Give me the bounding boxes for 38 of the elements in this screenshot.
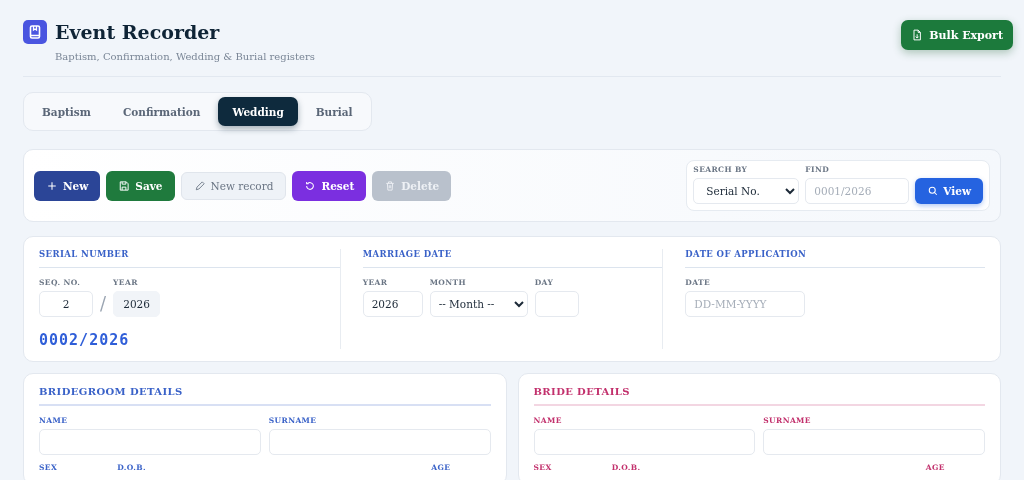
plus-icon [46, 179, 58, 192]
day-field[interactable] [534, 291, 579, 317]
separator: / [100, 293, 107, 316]
details-heading: BRIDE DETAILS [533, 386, 985, 406]
sequence-number-field[interactable]: 2 [39, 291, 93, 317]
tab[interactable]: Baptism [28, 97, 105, 126]
section-heading: SERIAL NUMBER [39, 249, 340, 268]
rotate-arrow-icon [304, 179, 317, 192]
surname-field[interactable] [763, 429, 985, 455]
name-field[interactable] [533, 429, 756, 455]
view-button[interactable]: View [915, 178, 983, 204]
serial-number-display: 0002/2026 [39, 331, 131, 349]
tab[interactable]: Confirmation [108, 97, 215, 126]
section-heading: DATE OF APPLICATION [685, 249, 985, 268]
reset-button[interactable]: Reset [292, 170, 367, 201]
search-icon [927, 185, 940, 197]
edit-button[interactable]: New record [180, 171, 287, 200]
app-title: Event Recorder [55, 20, 221, 44]
year-field[interactable]: 2026 [113, 291, 161, 317]
name-field[interactable] [39, 429, 261, 455]
trash-icon [384, 179, 397, 192]
pencil-icon [193, 179, 206, 192]
search-by-select[interactable]: Serial No. [693, 178, 800, 204]
year-field[interactable]: 2026 [362, 291, 423, 317]
details-heading: BRIDEGROOM DETAILS [39, 386, 491, 406]
surname-field[interactable] [268, 429, 491, 455]
find-field[interactable]: 0001/2026 [805, 178, 910, 204]
book-icon [23, 20, 47, 44]
section-heading: MARRIAGE DATE [362, 249, 663, 268]
tab[interactable]: Burial [301, 97, 367, 126]
file-download-icon [911, 29, 924, 41]
tab[interactable]: Wedding [218, 97, 298, 126]
month-select[interactable]: -- Month -- [429, 291, 528, 317]
new-button[interactable]: New [34, 170, 101, 201]
app-subtitle: Baptism, Confirmation, Wedding & Burial registers [55, 51, 315, 62]
save-button[interactable]: Save [106, 170, 175, 201]
date-field[interactable]: DD-MM-YYYY [685, 291, 806, 317]
bulk-export-button[interactable]: Bulk Export [901, 20, 1013, 50]
